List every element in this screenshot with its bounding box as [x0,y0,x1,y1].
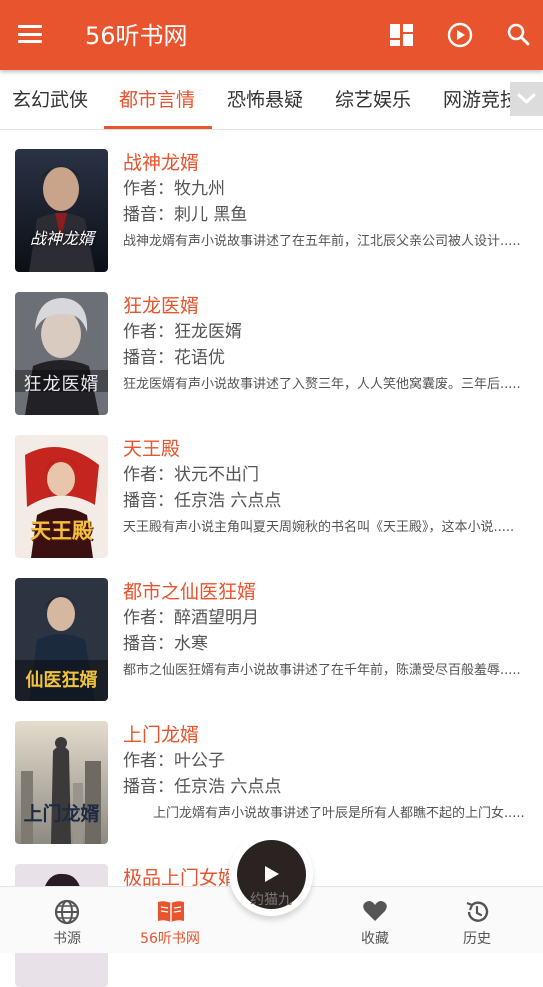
category-tabs: 玄幻武侠 都市言情 恐怖悬疑 综艺娱乐 网游竞技 [0,70,543,130]
nav-label: 历史 [463,931,491,947]
now-playing-label: 约猫九 [250,892,292,908]
book-narrator: 播音：花语优 [123,348,225,368]
menu-icon[interactable] [18,25,42,43]
globe-icon [54,899,80,925]
grid-icon[interactable] [389,22,415,48]
book-cover: 天王殿 [15,435,108,558]
more-tabs-button[interactable] [510,82,543,116]
book-author: 作者：叶公子 [123,751,225,771]
book-description: 战神龙婿有声小说故事讲述了在五年前，江北辰父亲公司被人设计..... [123,234,521,249]
book-narrator: 播音：任京浩 六点点 [123,777,282,797]
heart-icon [363,901,387,921]
book-cover: 狂龙医婿 [15,292,108,415]
play-icon [265,866,279,882]
book-item[interactable]: 天王殿 天王殿 作者：状元不出门 播音：任京浩 六点点 天王殿有声小说主角叫夏天… [0,416,543,558]
book-author: 作者：醉酒望明月 [123,608,259,628]
top-app-bar: 56听书网 [0,0,543,70]
nav-lishi[interactable]: 历史 [427,887,527,953]
book-title[interactable]: 狂龙医婿 [123,294,199,318]
tab-indicator [104,126,212,129]
app-title: 56听书网 [85,22,188,50]
nav-label: 56听书网 [140,931,200,947]
book-title[interactable]: 上门龙婿 [123,723,199,747]
book-description: 都市之仙医狂婿有声小说故事讲述了在千年前，陈潇受尽百般羞辱..... [123,663,521,678]
book-cover: 战神龙婿 [15,149,108,272]
book-cover-title: 战神龙婿 [29,229,94,248]
book-cover-title: 天王殿 [30,519,93,543]
book-title[interactable]: 天王殿 [123,437,180,461]
tab-dushi[interactable]: 都市言情 [119,87,195,113]
book-cover: 仙医狂婿 [15,578,108,701]
tab-wangyou[interactable]: 网游竞技 [443,87,519,113]
search-icon[interactable] [506,22,532,48]
chevron-down-icon [517,93,536,104]
nav-label: 收藏 [361,931,389,947]
nav-label: 书源 [53,931,81,947]
book-author: 作者：狂龙医婿 [123,322,242,342]
history-icon [466,901,489,922]
nav-shoucang[interactable]: 收藏 [325,887,425,953]
book-item[interactable]: 战神龙婿 战神龙婿 作者：牧九州 播音：刺儿 黑鱼 战神龙婿有声小说故事讲述了在… [0,130,543,272]
book-cover-title: 狂龙医婿 [23,374,100,395]
book-cover-title: 上门龙婿 [23,803,100,825]
tab-kongbu[interactable]: 恐怖悬疑 [227,87,303,113]
book-title[interactable]: 都市之仙医狂婿 [123,580,256,604]
play-circle-icon[interactable] [447,22,473,48]
book-cover: 上门龙婿 [15,721,108,844]
book-description: 狂龙医婿有声小说故事讲述了入赘三年，人人笑他窝囊废。三年后..... [123,377,521,392]
nav-56tingshu[interactable]: 56听书网 [120,887,220,953]
book-title[interactable]: 战神龙婿 [123,151,199,175]
book-author: 作者：状元不出门 [123,465,259,485]
book-description: 天王殿有声小说主角叫夏天周婉秋的书名叫《天王殿》，这本小说..... [123,520,515,535]
book-icon [158,901,184,922]
book-author: 作者：牧九州 [123,179,225,199]
book-item[interactable]: 狂龙医婿 狂龙医婿 作者：狂龙医婿 播音：花语优 狂龙医婿有声小说故事讲述了入赘… [0,273,543,415]
nav-shuyuan[interactable]: 书源 [17,887,117,953]
book-narrator: 播音：水寒 [123,634,208,654]
tab-xuanhuan[interactable]: 玄幻武侠 [12,87,88,113]
book-narrator: 播音：任京浩 六点点 [123,491,282,511]
tab-zongyi[interactable]: 综艺娱乐 [335,87,411,113]
book-narrator: 播音：刺儿 黑鱼 [123,205,248,225]
book-description: 上门龙婿有声小说故事讲述了叶辰是所有人都瞧不起的上门女..... [153,806,525,821]
book-item[interactable]: 上门龙婿 上门龙婿 作者：叶公子 播音：任京浩 六点点 上门龙婿有声小说故事讲述… [0,702,543,844]
book-item[interactable]: 仙医狂婿 都市之仙医狂婿 作者：醉酒望明月 播音：水寒 都市之仙医狂婿有声小说故… [0,559,543,701]
book-cover-title: 仙医狂婿 [25,670,98,691]
